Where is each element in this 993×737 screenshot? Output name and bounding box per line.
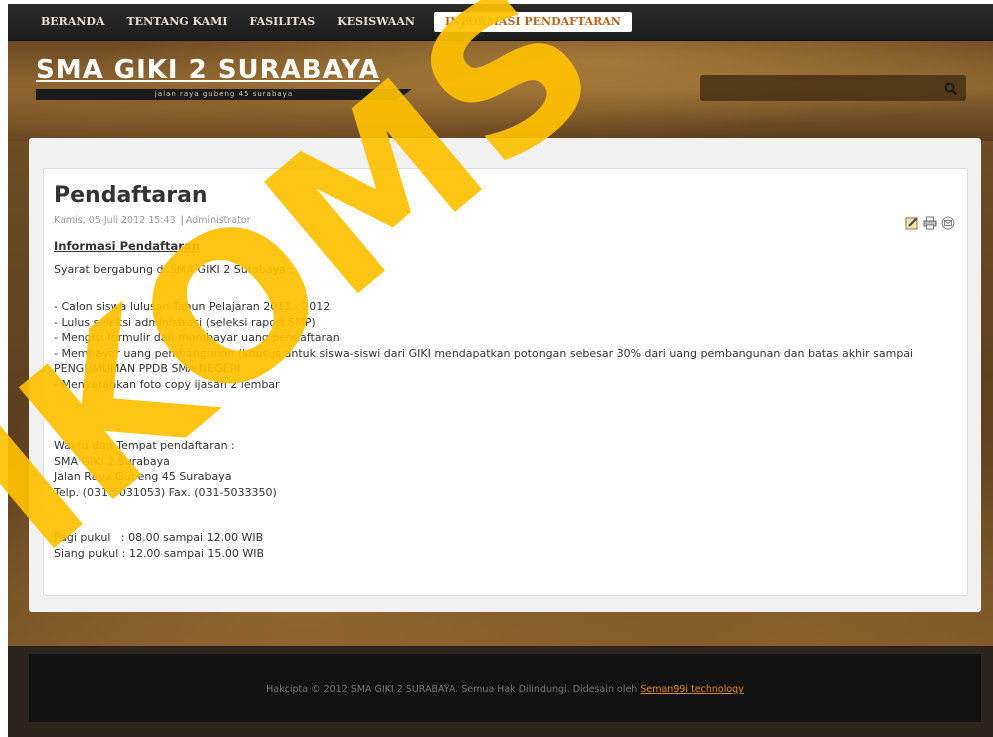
search-icon[interactable] bbox=[944, 81, 958, 96]
article-subheading: Informasi Pendaftaran bbox=[54, 239, 200, 253]
top-navigation: BERANDA TENTANG KAMI FASILITAS KESISWAAN… bbox=[8, 4, 993, 41]
copyright-text: Hakcipta © 2012 SMA GIKI 2 SURABAYA. Sem… bbox=[266, 684, 641, 695]
print-icon[interactable] bbox=[923, 215, 937, 230]
list-item: - Mengisi formulir dan membayar uang pen… bbox=[54, 331, 340, 344]
footer-text: Hakcipta © 2012 SMA GIKI 2 SURABAYA. Sem… bbox=[29, 684, 981, 695]
article-meta: Kamis, 05 Juli 2012 15:43 | Administrator bbox=[54, 215, 251, 226]
nav-item-fasilitas[interactable]: FASILITAS bbox=[239, 12, 327, 32]
designer-link[interactable]: Seman99i technology bbox=[640, 684, 743, 695]
intro-text: Syarat bergabung di SMA GIKI 2 Surabaya … bbox=[54, 262, 294, 276]
place-line: SMA GIKI 2 Surabaya bbox=[54, 454, 170, 468]
meta-separator: | bbox=[180, 215, 184, 226]
requirements-list: - Calon siswa lulusan Tahun Pelajaran 20… bbox=[54, 299, 954, 392]
search-input[interactable] bbox=[706, 78, 930, 98]
schedule-line: Siang pukul : 12.00 sampai 15.00 WIB bbox=[54, 546, 265, 560]
place-heading: Waktu dan Tempat pendaftaran : bbox=[54, 439, 235, 452]
header-banner: SMA GIKI 2 SURABAYA jalan raya gubeng 45… bbox=[8, 41, 993, 141]
list-item: - Membayar uang pembangunan (khusus untu… bbox=[54, 346, 914, 376]
list-item: - Menyerahkan foto copy ijasah 2 lembar bbox=[54, 377, 280, 391]
article-author: Administrator bbox=[185, 215, 251, 226]
site-title[interactable]: SMA GIKI 2 SURABAYA bbox=[36, 55, 380, 85]
article: Pendaftaran Kamis, 05 Juli 2012 15:43 | A… bbox=[43, 168, 968, 596]
nav-item-tentang-kami[interactable]: TENTANG KAMI bbox=[116, 12, 239, 32]
list-item: - Lulus seleksi administrasi (seleksi ra… bbox=[54, 315, 316, 329]
list-item: - Calon siswa lulusan Tahun Pelajaran 20… bbox=[54, 300, 331, 313]
article-actions bbox=[905, 215, 955, 230]
nav-item-kesiswaan[interactable]: KESISWAAN bbox=[326, 12, 426, 32]
place-line: Jalan Raya Gubeng 45 Surabaya bbox=[54, 470, 232, 483]
search-box bbox=[700, 75, 966, 101]
content-card: Pendaftaran Kamis, 05 Juli 2012 15:43 | A… bbox=[29, 138, 981, 612]
nav-item-informasi-pendaftaran[interactable]: INFORMASI PENDAFTARAN bbox=[434, 12, 632, 32]
article-body: Informasi Pendaftaran Syarat bergabung d… bbox=[54, 239, 954, 561]
schedule-line: Pagi pukul : 08.00 sampai 12.00 WIB bbox=[54, 531, 264, 544]
tagline-bar: jalan raya gubeng 45 surabaya bbox=[36, 89, 412, 100]
browser-page: BERANDA TENTANG KAMI FASILITAS KESISWAAN… bbox=[8, 4, 993, 737]
article-date: Kamis, 05 Juli 2012 15:43 bbox=[54, 215, 176, 226]
nav-item-beranda[interactable]: BERANDA bbox=[30, 12, 116, 32]
tagline: jalan raya gubeng 45 surabaya bbox=[154, 90, 294, 98]
place-line: Telp. (031-5031053) Fax. (031-5033350) bbox=[54, 485, 277, 499]
footer: Hakcipta © 2012 SMA GIKI 2 SURABAYA. Sem… bbox=[29, 654, 981, 722]
edit-icon[interactable] bbox=[905, 215, 919, 230]
article-title: Pendaftaran bbox=[54, 183, 208, 208]
email-icon[interactable] bbox=[941, 215, 955, 230]
